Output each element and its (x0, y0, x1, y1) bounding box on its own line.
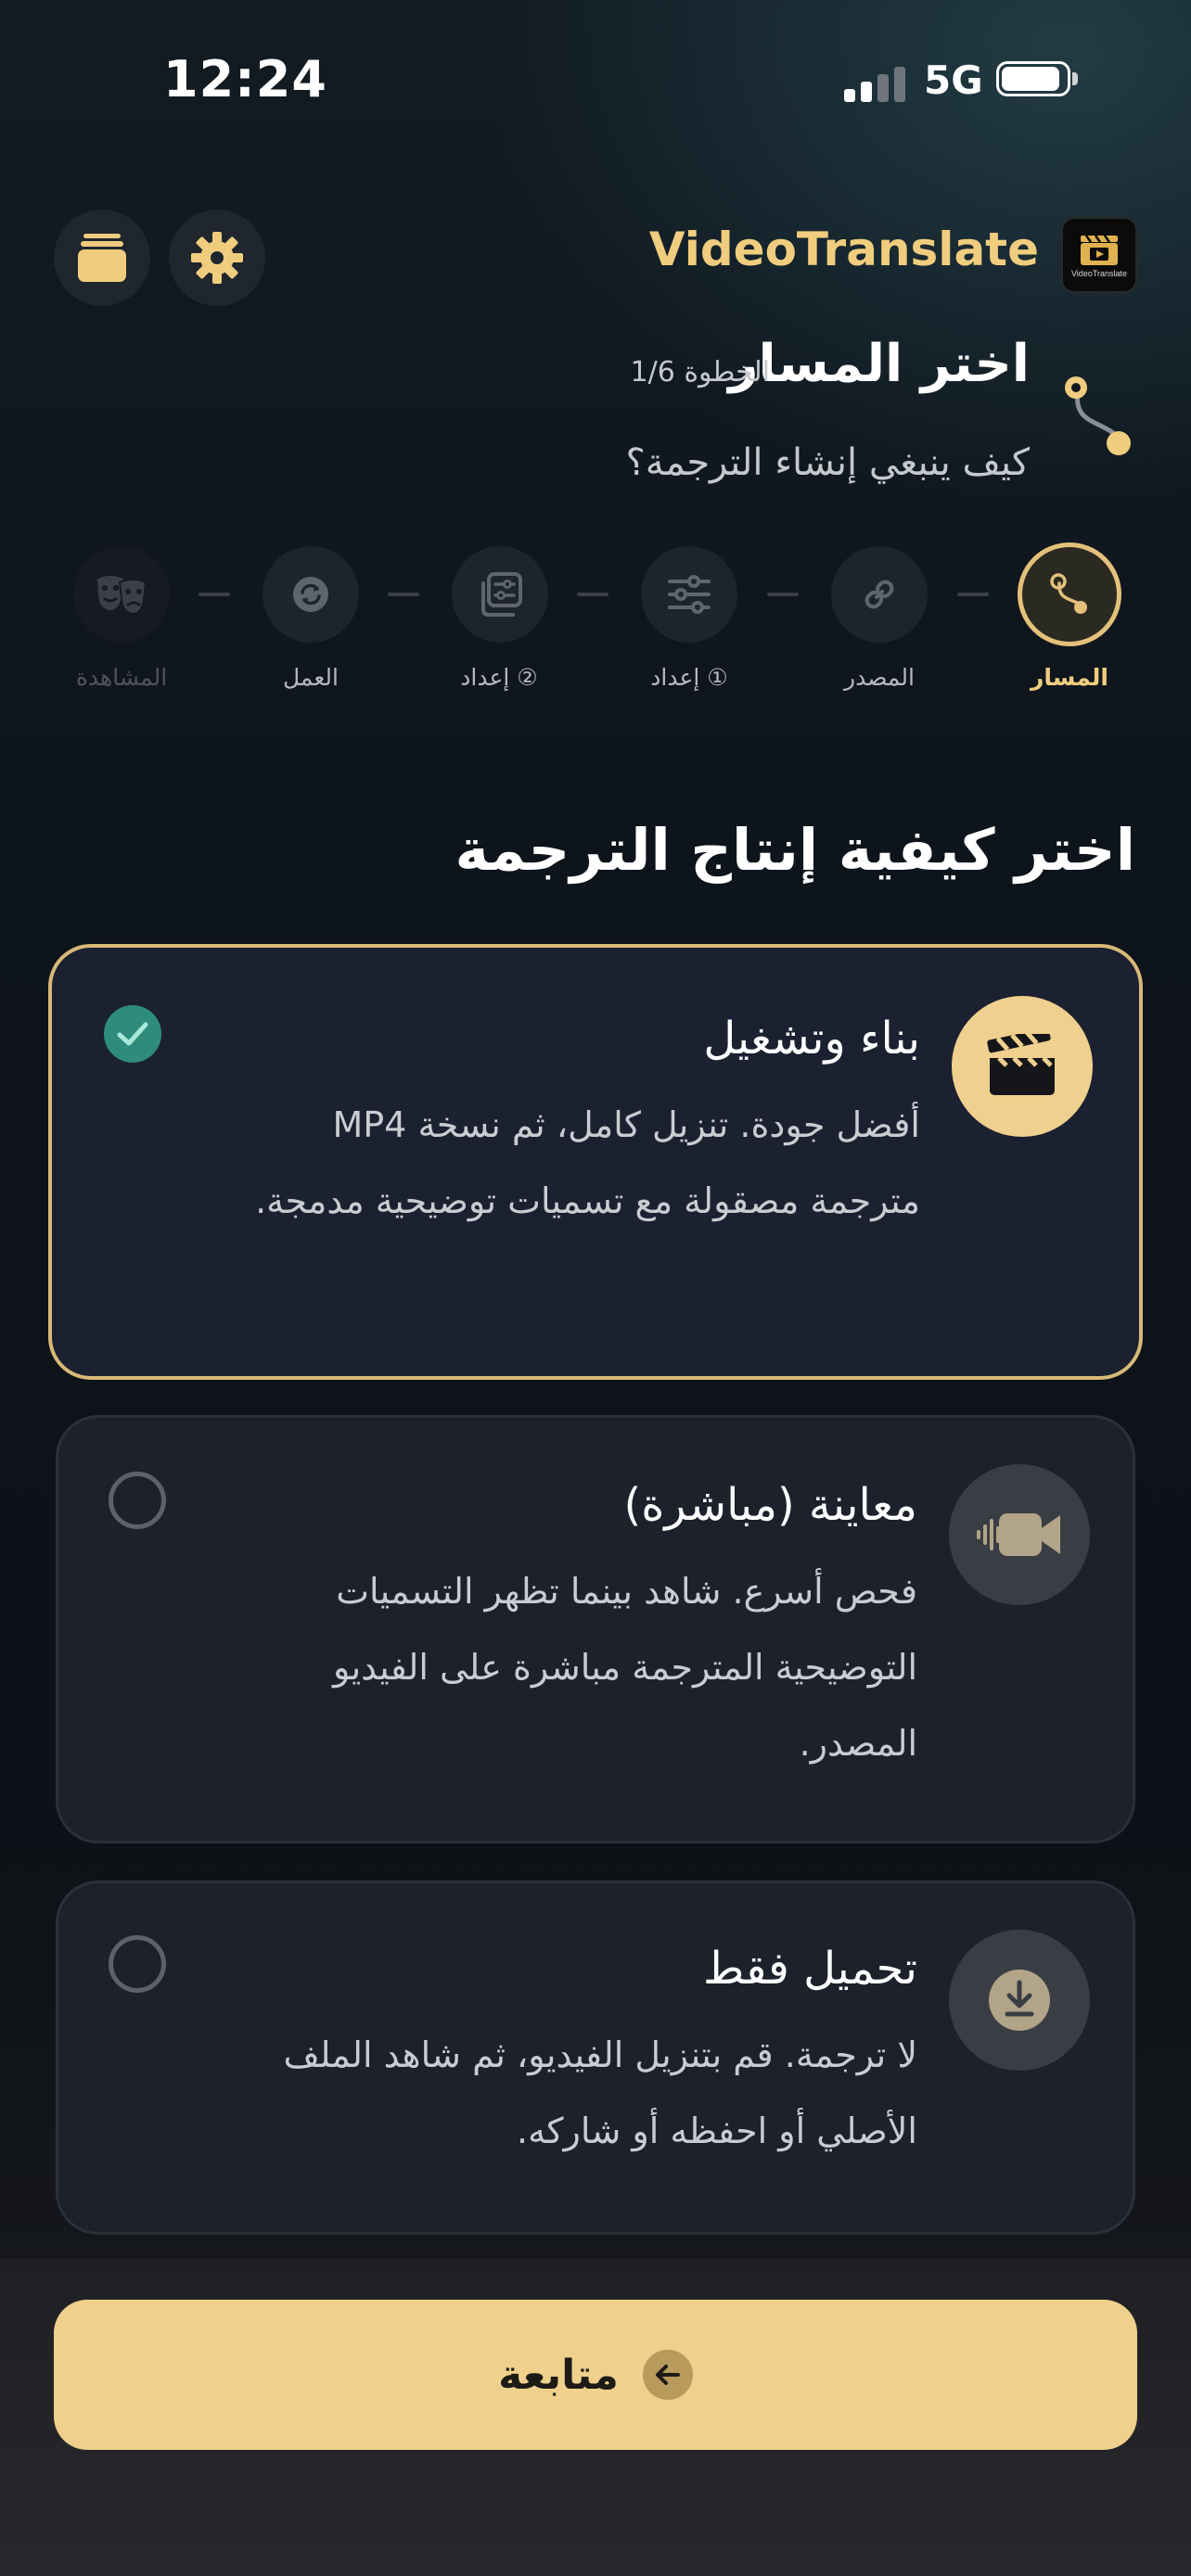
option-description: فحص أسرع. شاهد بينما تظهر التسميات التوض… (332, 1571, 917, 1764)
settings-button[interactable] (169, 210, 265, 306)
stepper-connector (957, 593, 989, 596)
signal-strength-icon (844, 65, 905, 102)
stepper-label-setup-2: إعداد ② (460, 664, 538, 691)
continue-button[interactable]: متابعة (54, 2300, 1137, 2450)
network-type: 5G (924, 57, 983, 103)
gear-icon (191, 232, 243, 284)
config-icon (481, 572, 522, 617)
stepper-label-work: العمل (282, 664, 339, 691)
stepper-step-watch[interactable] (73, 546, 170, 643)
battery-icon (996, 61, 1082, 102)
option-card-download-only[interactable]: تحميل فقط لا ترجمة. قم بتنزيل الفيديو، ث… (56, 1881, 1135, 2235)
status-time: 12:24 (163, 50, 327, 108)
app-logo: VideoTranslate (1061, 217, 1137, 293)
section-title: اختر كيفية إنتاج الترجمة (455, 816, 1135, 884)
arrow-left-icon (642, 2350, 693, 2400)
checkmark-icon (117, 1022, 148, 1046)
option-title: تحميل فقط (703, 1943, 917, 1995)
option-title: بناء وتشغيل (703, 1013, 920, 1065)
stepper-label-source: المصدر (844, 664, 915, 691)
option-card-live-preview[interactable]: معاينة (مباشرة) فحص أسرع. شاهد بينما تظه… (56, 1415, 1135, 1843)
stepper-label-watch: المشاهدة (75, 664, 168, 691)
continue-label: متابعة (498, 2351, 619, 2399)
option-icon-container (949, 1930, 1090, 2071)
link-icon (864, 580, 894, 609)
refresh-icon (293, 577, 328, 612)
download-icon (989, 1970, 1050, 2031)
app-screen: 12:24 5G VideoTranslate VideoTranslate ا… (0, 0, 1191, 2576)
option-radio[interactable] (109, 1472, 166, 1529)
brand-name: VideoTranslate (648, 223, 1039, 276)
clapperboard-logo-icon (1081, 235, 1118, 265)
route-icon (1050, 573, 1087, 614)
stepper-connector (767, 593, 799, 596)
stepper-label-route: المسار (1031, 664, 1108, 691)
page-subtitle: كيف ينبغي إنشاء الترجمة؟ (625, 441, 1030, 484)
option-description: أفضل جودة. تنزيل كامل، ثم نسخة MP4 مترجم… (255, 1104, 920, 1221)
option-description: لا ترجمة. قم بتنزيل الفيديو، ثم شاهد الم… (283, 2034, 918, 2151)
stepper-connector (388, 593, 419, 596)
stepper-step-work[interactable] (263, 546, 359, 643)
option-icon-container (952, 996, 1093, 1137)
stepper-step-route[interactable] (1018, 542, 1121, 646)
logo-caption: VideoTranslate (1070, 269, 1128, 278)
stepper-step-setup-2[interactable] (452, 546, 548, 643)
library-button[interactable] (54, 210, 150, 306)
theater-masks-icon (97, 576, 147, 616)
stack-icon (78, 234, 126, 282)
option-title: معاينة (مباشرة) (623, 1479, 917, 1531)
option-icon-container (949, 1464, 1090, 1605)
option-radio-selected[interactable] (104, 1005, 161, 1063)
stepper-connector (577, 593, 608, 596)
stepper-label-setup-1: إعداد ① (650, 664, 728, 691)
stepper-step-source[interactable] (831, 546, 928, 643)
clapperboard-icon (987, 1034, 1055, 1095)
option-radio[interactable] (109, 1935, 166, 1993)
option-card-build-and-play[interactable]: بناء وتشغيل أفضل جودة. تنزيل كامل، ثم نس… (48, 944, 1143, 1380)
stepper-step-setup-1[interactable] (641, 546, 737, 643)
sliders-icon (668, 575, 711, 614)
route-icon (1065, 376, 1131, 455)
stepper-connector (198, 593, 230, 596)
step-counter: الخطوة 1/6 (630, 356, 770, 389)
live-video-icon (977, 1513, 1060, 1556)
